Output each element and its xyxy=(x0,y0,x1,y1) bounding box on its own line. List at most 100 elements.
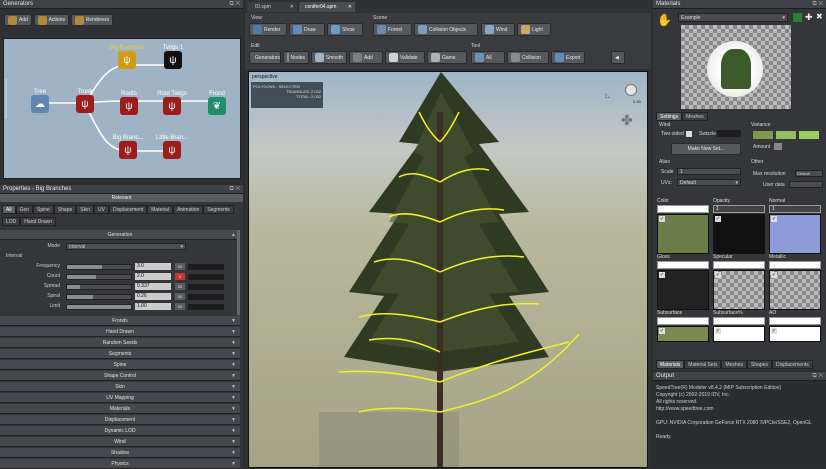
close-icon[interactable]: ✕ xyxy=(290,2,294,12)
tab-conifer04[interactable]: conifer04.spm ✕ xyxy=(299,2,355,12)
uvs-dropdown[interactable]: Default ▾ xyxy=(677,179,741,186)
slot-texture-thumbnail[interactable]: ✓ xyxy=(769,270,821,310)
add-button[interactable]: Add xyxy=(4,14,32,26)
variance-color-1[interactable] xyxy=(753,131,773,139)
node-roots[interactable]: Roots ψ xyxy=(114,91,144,115)
draw-button[interactable]: Draw xyxy=(289,23,325,36)
make-new-set-button[interactable]: Make New Set... xyxy=(671,143,741,155)
amount-field[interactable] xyxy=(774,143,782,150)
property-slider[interactable] xyxy=(66,274,132,280)
property-slider[interactable] xyxy=(66,304,132,310)
checkmark-icon[interactable]: ✓ xyxy=(771,216,777,222)
tab-spine[interactable]: Spine xyxy=(33,205,54,214)
viewport-3d[interactable]: perspective POLYGONS - SELECTED TRIANGLE… xyxy=(248,71,648,468)
checkmark-icon[interactable]: ✓ xyxy=(715,216,721,222)
node-big-branches-2[interactable]: Big Branc... ψ xyxy=(106,135,150,159)
slot-texture-thumbnail[interactable]: ✓ xyxy=(769,214,821,254)
tab-gen[interactable]: Gen xyxy=(15,205,34,214)
collision-button[interactable]: Collision xyxy=(507,51,549,64)
property-variance-field[interactable]: 50 xyxy=(175,283,185,290)
property-value-field[interactable]: 1.00 xyxy=(135,303,171,310)
tab-skin[interactable]: Skin xyxy=(76,205,95,214)
material-slot-gloss[interactable]: Gloss ✓ xyxy=(657,254,709,310)
property-curve-preview[interactable] xyxy=(188,304,224,310)
wind-button[interactable]: Wind xyxy=(481,23,515,36)
property-value-field[interactable]: 3.0 xyxy=(135,263,171,270)
node-big-branches[interactable]: Big Branches ψ xyxy=(104,45,150,69)
window-controls-icon[interactable]: ⧉ ✕ xyxy=(229,0,240,9)
property-variance-field[interactable]: 50 xyxy=(175,303,185,310)
tab-material-sets[interactable]: Material Sets xyxy=(684,360,722,369)
property-value-field[interactable]: 0.26 xyxy=(135,293,171,300)
node-trunk[interactable]: Trunk ψ xyxy=(70,89,100,113)
smooth-button[interactable]: Smooth xyxy=(311,51,347,64)
material-slot-subsurface[interactable]: Subsurface ✓ xyxy=(657,310,709,342)
add-button[interactable]: Add xyxy=(349,51,383,64)
light-button[interactable]: Light xyxy=(517,23,551,36)
tab-material-meshes[interactable]: Meshes xyxy=(682,112,708,121)
game-button[interactable]: Game xyxy=(427,51,467,64)
two-sided-checkbox[interactable] xyxy=(686,131,692,137)
mode-dropdown[interactable]: Interval ▾ xyxy=(66,243,186,250)
hand-drag-icon[interactable]: ✋ xyxy=(657,13,672,27)
section-fronds[interactable]: Fronds ▼ xyxy=(0,316,240,326)
property-variance-field[interactable]: 50 xyxy=(175,293,185,300)
validate-button[interactable]: Validate xyxy=(385,51,425,64)
slot-color-swatch[interactable] xyxy=(657,205,709,213)
slot-color-swatch[interactable] xyxy=(713,317,765,325)
variance-color-2[interactable] xyxy=(776,131,796,139)
slot-texture-thumbnail[interactable]: ✓ xyxy=(657,214,709,254)
property-curve-preview[interactable] xyxy=(188,284,224,290)
actions-button[interactable]: Actions xyxy=(33,14,69,26)
render-button[interactable]: Render xyxy=(249,23,287,36)
section-skin[interactable]: Skin ▼ xyxy=(0,382,240,392)
node-frond[interactable]: Frond ❦ xyxy=(202,91,232,115)
section-random-seeds[interactable]: Random Seeds ▼ xyxy=(0,338,240,348)
section-displacement[interactable]: Displacement ▼ xyxy=(0,415,240,425)
section-uv-mapping[interactable]: UV Mapping ▼ xyxy=(0,393,240,403)
add-material-icon[interactable]: ✚ xyxy=(805,12,813,23)
tab-displacement[interactable]: Displacement xyxy=(108,205,148,214)
window-controls-icon[interactable]: ⧉ ✕ xyxy=(812,0,823,9)
property-curve-preview[interactable] xyxy=(188,274,224,280)
property-curve-preview[interactable] xyxy=(188,294,224,300)
material-slot-subsurface-[interactable]: Subsurface% ✓ xyxy=(713,310,765,342)
tab-materials[interactable]: Materials xyxy=(656,360,685,369)
checkmark-icon[interactable]: ✓ xyxy=(659,216,665,222)
collision-objects-button[interactable]: Collision Objects xyxy=(414,23,478,36)
property-slider[interactable] xyxy=(66,284,132,290)
tab-segments[interactable]: Segments xyxy=(203,205,234,214)
material-slot-color[interactable]: Color ✓ xyxy=(657,198,709,254)
close-icon[interactable]: ✕ xyxy=(348,2,352,12)
tab-id-spm[interactable]: ID.spm ✕ xyxy=(247,2,297,12)
slot-color-swatch[interactable] xyxy=(769,317,821,325)
property-value-field[interactable]: 2.0 xyxy=(135,273,171,280)
material-slot-ao[interactable]: AO ✓ xyxy=(769,310,821,342)
section-spine[interactable]: Spine ▼ xyxy=(0,360,240,370)
user-data-field[interactable] xyxy=(789,181,823,188)
back-arrow-icon[interactable]: ◀ xyxy=(611,51,625,64)
generators-button[interactable]: Generators xyxy=(249,51,281,64)
slot-texture-thumbnail[interactable]: ✓ xyxy=(713,270,765,310)
slot-texture-thumbnail[interactable]: ✓ xyxy=(657,326,709,342)
node-twigs-1[interactable]: Twigs 1 ψ xyxy=(156,45,190,69)
checkmark-icon[interactable]: ✓ xyxy=(659,272,665,278)
section-hand-drawn[interactable]: Hand Drawn ▼ xyxy=(0,327,240,337)
property-value-field[interactable]: 0.337 xyxy=(135,283,171,290)
scrollbar[interactable] xyxy=(237,230,240,315)
tab-lod[interactable]: LOD xyxy=(2,217,21,226)
max-resolution-dropdown[interactable]: Default xyxy=(795,170,823,177)
tab-all[interactable]: All xyxy=(2,205,16,214)
section-segments[interactable]: Segments ▼ xyxy=(0,349,240,359)
swizzle-field[interactable] xyxy=(717,130,741,137)
generation-section[interactable]: Generation ▲ xyxy=(0,230,240,240)
material-name-dropdown[interactable]: Example ▾ xyxy=(678,13,788,22)
tab-material[interactable]: Material xyxy=(147,205,174,214)
tab-shape[interactable]: Shape xyxy=(53,205,77,214)
slot-value-field[interactable]: 1 xyxy=(713,205,765,213)
section-materials[interactable]: Materials ▼ xyxy=(0,404,240,414)
all-button[interactable]: All xyxy=(471,51,505,64)
show-button[interactable]: Show xyxy=(327,23,363,36)
renderers-button[interactable]: Renderers xyxy=(70,14,114,26)
material-slot-normal[interactable]: Normal 1 ✓ xyxy=(769,198,821,254)
